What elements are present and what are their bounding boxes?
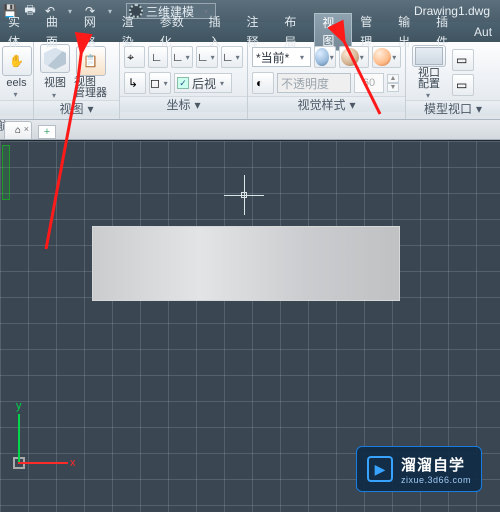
panel-visual-style: *当前*▾ ▾ ▾ ▾ ◐ 不透明度 60 ▲ ▼ 视觉样式▾ bbox=[248, 42, 406, 119]
sphere-orange-icon bbox=[373, 48, 391, 66]
ucs-icon-button[interactable]: ⌖ bbox=[124, 46, 145, 68]
menu-实体[interactable]: 实体 bbox=[0, 12, 38, 52]
file-tab-1[interactable]: ⌂× bbox=[4, 121, 32, 139]
panel-nav-wheels: ✋ eels ▾ bbox=[0, 42, 34, 119]
extruded-rectangle-shape[interactable] bbox=[92, 226, 400, 301]
visual-toggle-button[interactable]: ◐ bbox=[252, 72, 274, 94]
ucs-object-button[interactable]: ◻▾ bbox=[149, 72, 171, 94]
ribbon: ✋ eels ▾ 视图 ▾ 📋 视图 管理器 视图▾ bbox=[0, 42, 500, 120]
ucs-world-button[interactable]: ∟ bbox=[148, 46, 169, 68]
opacity-value[interactable]: 60 bbox=[354, 73, 384, 93]
play-icon: ▶ bbox=[367, 456, 393, 482]
menu-布局[interactable]: 布局 bbox=[276, 12, 314, 52]
viewport-config-button[interactable]: 视口 配置 ▾ bbox=[410, 44, 448, 100]
file-tab-strip: ⌂× + bbox=[0, 120, 500, 140]
ucs-x-button[interactable]: ↳ bbox=[124, 72, 146, 94]
panel-label: 模型视口 bbox=[424, 101, 472, 117]
back-view-checkbox[interactable]: ✓后视▾ bbox=[174, 73, 232, 93]
drawing-canvas[interactable]: y x ▶ 溜溜自学 zixue.3d66.com bbox=[0, 140, 500, 512]
chevron-down-icon: ▾ bbox=[14, 90, 21, 99]
watermark-sub: zixue.3d66.com bbox=[401, 475, 471, 485]
menu-网格[interactable]: 网格 bbox=[76, 12, 114, 52]
sphere-blue-icon bbox=[315, 48, 329, 66]
panel-coordinate: ⌖ ∟ ∟▾ ∟▾ ∟▾ ↳ ◻▾ ✓后视▾ 坐标▾ bbox=[120, 42, 248, 119]
menu-注释[interactable]: 注释 bbox=[238, 12, 276, 52]
menu-Aut[interactable]: Aut bbox=[466, 22, 500, 42]
menu-bar: 实体曲面网格渲染参数化插入注释布局视图管理输出插件Aut bbox=[0, 22, 500, 42]
chevron-down-icon[interactable]: ▾ bbox=[87, 101, 93, 117]
menu-曲面[interactable]: 曲面 bbox=[38, 12, 76, 52]
spin-down[interactable]: ▼ bbox=[387, 83, 399, 92]
spin-up[interactable]: ▲ bbox=[387, 74, 399, 83]
shade-a-button[interactable]: ▾ bbox=[314, 46, 336, 68]
panel-viewport: 视口 配置 ▾ ▭ ▭ 模型视口▾ bbox=[406, 42, 500, 119]
panel-view: 视图 ▾ 📋 视图 管理器 视图▾ bbox=[34, 42, 120, 119]
shade-c-button[interactable]: ▾ bbox=[372, 46, 401, 68]
opacity-combo: 不透明度 bbox=[277, 73, 351, 93]
panel-label: 坐标 bbox=[166, 97, 190, 113]
chevron-down-icon: ▾ bbox=[52, 91, 59, 100]
view-button[interactable]: 视图 ▾ bbox=[38, 44, 72, 100]
view-manager-button[interactable]: 📋 视图 管理器 bbox=[72, 44, 109, 100]
nav-wheel-button[interactable]: ✋ eels ▾ bbox=[4, 44, 29, 100]
ucs-prev-button[interactable]: ∟▾ bbox=[171, 46, 193, 68]
chevron-down-icon[interactable]: ▾ bbox=[194, 97, 200, 113]
viewport-aux1-button[interactable]: ▭ bbox=[452, 49, 474, 71]
ucs-origin-button[interactable]: ∟▾ bbox=[221, 46, 243, 68]
watermark-badge: ▶ 溜溜自学 zixue.3d66.com bbox=[356, 446, 482, 492]
ucs-face-button[interactable]: ∟▾ bbox=[196, 46, 218, 68]
menu-插件[interactable]: 插件 bbox=[428, 12, 466, 52]
home-icon: ⌂ bbox=[15, 125, 21, 136]
chevron-down-icon[interactable]: ▾ bbox=[349, 97, 355, 113]
chevron-down-icon: ▾ bbox=[426, 91, 433, 100]
panel-label: 视觉样式 bbox=[297, 97, 345, 113]
panel-label: 视图 bbox=[59, 101, 83, 117]
left-marker bbox=[2, 145, 10, 200]
cursor-crosshair bbox=[224, 175, 264, 215]
viewport-aux2-button[interactable]: ▭ bbox=[452, 74, 474, 96]
panel-label bbox=[0, 100, 33, 116]
sphere-grey-icon bbox=[341, 48, 359, 66]
chevron-down-icon[interactable]: ▾ bbox=[476, 101, 482, 117]
close-icon[interactable]: × bbox=[24, 124, 29, 134]
shade-b-button[interactable]: ▾ bbox=[339, 46, 368, 68]
new-tab-button[interactable]: + bbox=[38, 125, 56, 139]
watermark-title: 溜溜自学 bbox=[401, 454, 471, 475]
